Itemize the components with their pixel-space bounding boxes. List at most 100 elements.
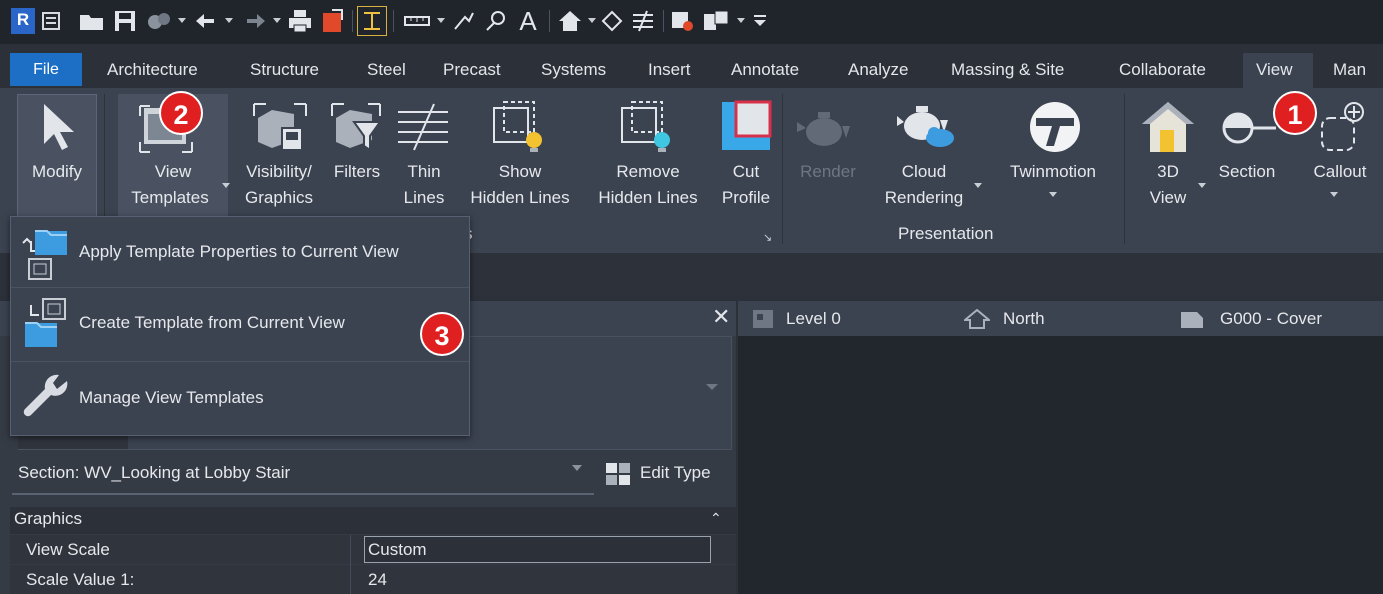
instance-selector-dropdown-icon[interactable] bbox=[572, 465, 582, 471]
menu-item-manage-templates[interactable]: Manage View Templates bbox=[11, 363, 469, 433]
undo-icon[interactable] bbox=[193, 8, 221, 34]
type-selector-dropdown-icon[interactable] bbox=[706, 384, 718, 390]
panel-separator bbox=[782, 94, 783, 244]
default-3d-view-icon[interactable] bbox=[556, 8, 584, 34]
tab-systems[interactable]: Systems bbox=[541, 50, 606, 88]
view-tab-level-0[interactable]: Level 0 bbox=[786, 301, 841, 336]
cloud-rendering-label-2: Rendering bbox=[884, 188, 964, 207]
thin-lines-icon[interactable] bbox=[396, 102, 450, 152]
close-hidden-windows-icon[interactable] bbox=[670, 8, 696, 34]
remove-hidden-lines-icon[interactable] bbox=[620, 100, 676, 154]
text-icon[interactable]: A bbox=[515, 6, 541, 36]
menu-item-apply-template[interactable]: Apply Template Properties to Current Vie… bbox=[11, 217, 469, 287]
export-icon[interactable] bbox=[320, 8, 346, 34]
edit-type-icon[interactable] bbox=[604, 461, 632, 487]
tab-collaborate[interactable]: Collaborate bbox=[1119, 50, 1206, 88]
render-label: Render bbox=[800, 162, 856, 181]
cut-profile-label-2: Profile bbox=[721, 188, 771, 207]
section-quick-icon[interactable] bbox=[600, 8, 624, 34]
view-tabs-bar: Level 0 North G000 - Cover bbox=[738, 301, 1383, 336]
tab-structure[interactable]: Structure bbox=[250, 50, 319, 88]
edit-type-button[interactable]: Edit Type bbox=[640, 463, 711, 483]
menu-divider bbox=[11, 361, 469, 362]
print-icon[interactable] bbox=[286, 8, 314, 34]
view-tab-north[interactable]: North bbox=[1003, 301, 1045, 336]
section-icon[interactable] bbox=[1220, 104, 1276, 154]
toolbar-separator bbox=[393, 10, 394, 32]
visibility-graphics-icon[interactable] bbox=[252, 102, 308, 154]
switch-windows-icon[interactable] bbox=[702, 8, 730, 34]
close-icon[interactable]: ✕ bbox=[712, 304, 730, 330]
tab-file[interactable]: File bbox=[10, 53, 82, 86]
show-hidden-lines-icon[interactable] bbox=[492, 100, 548, 154]
drawing-canvas[interactable] bbox=[738, 336, 1383, 594]
measure-icon[interactable] bbox=[402, 8, 432, 34]
tab-architecture[interactable]: Architecture bbox=[107, 50, 198, 88]
tab-manage[interactable]: Man bbox=[1333, 50, 1366, 88]
aligned-dimension-icon[interactable] bbox=[450, 8, 478, 34]
home-icon[interactable] bbox=[40, 8, 62, 34]
thin-lines-label-2: Lines bbox=[403, 188, 445, 207]
create-template-icon bbox=[21, 297, 71, 349]
graphics-group-header[interactable]: Graphics ⌃ bbox=[10, 507, 736, 534]
property-value[interactable]: 24 bbox=[368, 565, 387, 594]
house-3d-view-icon[interactable] bbox=[1140, 100, 1196, 154]
cloud-rendering-label-1: Cloud bbox=[901, 162, 947, 181]
tag-icon[interactable] bbox=[482, 8, 510, 34]
view-templates-label-1: View bbox=[154, 162, 192, 181]
thin-lines-quick-icon[interactable] bbox=[357, 6, 387, 36]
apply-template-icon bbox=[21, 229, 71, 281]
step-badge-1: 1 bbox=[1273, 91, 1317, 135]
instance-selector[interactable]: Section: WV_Looking at Lobby Stair bbox=[18, 463, 290, 483]
menu-item-create-template[interactable]: Create Template from Current View bbox=[11, 289, 469, 359]
sync-icon[interactable] bbox=[145, 8, 173, 34]
tab-massing-site[interactable]: Massing & Site bbox=[951, 50, 1064, 88]
menu-item-label: Manage View Templates bbox=[79, 388, 264, 407]
teapot-render-icon[interactable] bbox=[796, 106, 852, 150]
step-badge-3: 3 bbox=[420, 312, 464, 356]
callout-dropdown-icon[interactable] bbox=[1330, 192, 1338, 197]
measure-dropdown-icon[interactable] bbox=[437, 18, 445, 23]
redo-dropdown-icon[interactable] bbox=[273, 18, 281, 23]
tab-steel[interactable]: Steel bbox=[367, 50, 406, 88]
tab-annotate[interactable]: Annotate bbox=[731, 50, 799, 88]
tab-insert[interactable]: Insert bbox=[648, 50, 691, 88]
redo-icon[interactable] bbox=[240, 8, 268, 34]
filters-label: Filters bbox=[333, 162, 381, 181]
visibility-graphics-label-2: Graphics bbox=[244, 188, 314, 207]
cloud-rendering-dropdown-icon[interactable] bbox=[974, 183, 982, 188]
panel-launcher-icon[interactable]: ↘ bbox=[763, 231, 772, 244]
view-tab-g000-cover[interactable]: G000 - Cover bbox=[1220, 301, 1322, 336]
tab-view[interactable]: View bbox=[1256, 50, 1293, 88]
show-hidden-lines-label-2: Hidden Lines bbox=[470, 188, 570, 207]
filters-icon[interactable] bbox=[330, 102, 382, 154]
3d-dropdown-icon[interactable] bbox=[588, 18, 596, 23]
revit-logo-icon[interactable]: R bbox=[10, 8, 36, 34]
instance-selector-row: Section: WV_Looking at Lobby Stair Edit … bbox=[0, 455, 736, 495]
view-templates-label-2: Templates bbox=[131, 188, 209, 207]
3d-view-label-1: 3D bbox=[1157, 162, 1179, 181]
tab-analyze[interactable]: Analyze bbox=[848, 50, 908, 88]
switch-windows-dropdown-icon[interactable] bbox=[737, 18, 745, 23]
cut-profile-icon[interactable] bbox=[720, 100, 772, 152]
undo-dropdown-icon[interactable] bbox=[225, 18, 233, 23]
tab-precast[interactable]: Precast bbox=[443, 50, 501, 88]
property-row: View Scale Custom bbox=[10, 535, 736, 564]
thin-lines-toggle-icon[interactable] bbox=[630, 8, 656, 34]
app-logo: R bbox=[11, 8, 35, 34]
quick-access-toolbar: R A bbox=[0, 0, 1383, 44]
save-icon[interactable] bbox=[112, 8, 138, 34]
twinmotion-dropdown-icon[interactable] bbox=[1049, 192, 1057, 197]
sync-dropdown-icon[interactable] bbox=[178, 18, 186, 23]
view-templates-dropdown-icon[interactable] bbox=[222, 183, 230, 188]
view-templates-menu: Apply Template Properties to Current Vie… bbox=[10, 216, 470, 436]
menu-item-label: Apply Template Properties to Current Vie… bbox=[79, 242, 399, 261]
cursor-icon bbox=[40, 102, 74, 150]
collapse-icon[interactable]: ⌃ bbox=[710, 510, 722, 527]
customize-toolbar-icon[interactable] bbox=[750, 8, 770, 34]
twinmotion-icon[interactable] bbox=[1028, 100, 1082, 154]
cloud-rendering-icon[interactable] bbox=[896, 100, 956, 150]
open-icon[interactable] bbox=[78, 8, 106, 34]
callout-icon[interactable] bbox=[1318, 100, 1368, 154]
3d-view-dropdown-icon[interactable] bbox=[1198, 183, 1206, 188]
